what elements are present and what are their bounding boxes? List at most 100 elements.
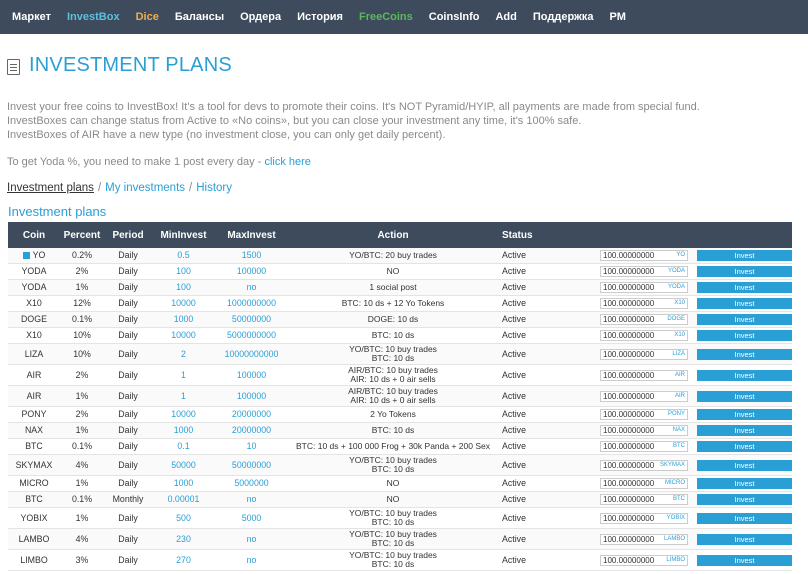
percent-value: 0.1% xyxy=(71,494,93,504)
invest-button[interactable]: Invest xyxy=(697,330,792,341)
amount-value[interactable]: 100.00000000 xyxy=(601,299,674,308)
table-body: YO 0.2% Daily 0.5 1500 YO/BTC: 20 buy trades A… xyxy=(8,248,792,571)
amount-value[interactable]: 100.00000000 xyxy=(601,442,673,451)
period-value: Daily xyxy=(118,459,138,470)
amount-value[interactable]: 100.00000000 xyxy=(601,350,672,359)
invest-button[interactable]: Invest xyxy=(697,533,792,545)
amount-value[interactable]: 100.00000000 xyxy=(601,556,666,565)
amount-input[interactable]: 100.00000000 DOGE xyxy=(600,314,688,325)
percent-cell: 0.1% xyxy=(60,438,104,455)
invest-button[interactable]: Invest xyxy=(697,348,792,360)
nav-item-маркет[interactable]: Маркет xyxy=(4,11,59,23)
period-cell: Daily xyxy=(104,263,152,280)
nav-item-балансы[interactable]: Балансы xyxy=(167,11,232,23)
invest-button[interactable]: Invest xyxy=(697,314,792,325)
investment-plans-table: Coin Percent Period MinInvest MaxInvest … xyxy=(8,222,792,571)
amount-input[interactable]: 100.00000000 AIR xyxy=(600,390,688,402)
amount-input[interactable]: 100.00000000 LAMBO xyxy=(600,533,688,545)
action-cell: BTC: 10 ds xyxy=(288,327,498,344)
status-value: Active xyxy=(502,348,526,359)
amount-input[interactable]: 100.00000000 YOBIX xyxy=(600,512,688,524)
maxinvest-cell: 50000000 xyxy=(215,454,288,476)
header-invest xyxy=(695,222,792,248)
amount-input[interactable]: 100.00000000 LIZA xyxy=(600,348,688,360)
invest-button[interactable]: Invest xyxy=(697,459,792,471)
nav-item-add[interactable]: Add xyxy=(487,11,524,23)
period-value: Monthly xyxy=(112,494,144,504)
amount-value[interactable]: 100.00000000 xyxy=(601,495,673,504)
amount-input[interactable]: 100.00000000 X10 xyxy=(600,330,688,341)
nav-item-поддержка[interactable]: Поддержка xyxy=(525,11,602,23)
invest-button[interactable]: Invest xyxy=(697,554,792,566)
amount-input[interactable]: 100.00000000 LIMBO xyxy=(600,554,688,566)
breadcrumb-investment-plans[interactable]: Investment plans xyxy=(7,182,94,194)
amount-value[interactable]: 100.00000000 xyxy=(601,410,668,419)
action-cell: NO xyxy=(288,475,498,492)
amount-value[interactable]: 100.00000000 xyxy=(601,371,675,380)
coin-label: LIMBO xyxy=(20,555,47,565)
invest-button[interactable]: Invest xyxy=(697,512,792,524)
invest-button[interactable]: Invest xyxy=(697,266,792,277)
invest-button[interactable]: Invest xyxy=(697,298,792,309)
period-cell: Daily xyxy=(104,507,152,529)
breadcrumb-history[interactable]: History xyxy=(196,182,232,194)
coin-label: YODA xyxy=(22,283,47,292)
amount-value[interactable]: 100.00000000 xyxy=(601,267,668,276)
amount-value[interactable]: 100.00000000 xyxy=(601,331,674,340)
action-cell: AIR/BTC: 10 buy trades AIR: 10 ds + 0 air… xyxy=(288,385,498,407)
amount-value[interactable]: 100.00000000 xyxy=(601,315,667,324)
amount-input[interactable]: 100.00000000 SKYMAX xyxy=(600,459,688,471)
invest-button[interactable]: Invest xyxy=(697,441,792,452)
amount-input[interactable]: 100.00000000 YODA xyxy=(600,282,688,293)
invest-button[interactable]: Invest xyxy=(697,478,792,489)
amount-input[interactable]: 100.00000000 PONY xyxy=(600,409,688,420)
breadcrumb-my-investments[interactable]: My investments xyxy=(105,182,185,194)
coin-name: PONY xyxy=(21,409,47,419)
nav-item-freecoins[interactable]: FreeCoins xyxy=(351,11,421,23)
nav-item-dice[interactable]: Dice xyxy=(128,11,167,23)
amount-value[interactable]: 100.00000000 xyxy=(601,461,660,470)
yoda-click-here-link[interactable]: click here xyxy=(264,156,310,168)
maxinvest-value: 10000000000 xyxy=(224,348,279,359)
amount-input[interactable]: 100.00000000 BTC xyxy=(600,494,688,505)
amount-input[interactable]: 100.00000000 BTC xyxy=(600,441,688,452)
invest-button[interactable]: Invest xyxy=(697,390,792,402)
amount-input[interactable]: 100.00000000 X10 xyxy=(600,298,688,309)
table-row: YO 0.2% Daily 0.5 1500 YO/BTC: 20 buy trades A… xyxy=(8,248,792,264)
status-value: Active xyxy=(502,298,526,308)
amount-value[interactable]: 100.00000000 xyxy=(601,426,673,435)
amount-value[interactable]: 100.00000000 xyxy=(601,283,668,292)
coin-name: X10 xyxy=(26,330,42,340)
amount-value[interactable]: 100.00000000 xyxy=(601,535,664,544)
breadcrumb-separator: / xyxy=(189,182,193,194)
mininvest-value: 100 xyxy=(176,266,191,276)
invest-button[interactable]: Invest xyxy=(697,369,792,381)
nav-item-история[interactable]: История xyxy=(289,11,351,23)
nav-item-ордера[interactable]: Ордера xyxy=(232,11,289,23)
nav-item-pm[interactable]: PM xyxy=(601,11,634,23)
coin-label: DOGE xyxy=(21,315,47,324)
amount-input[interactable]: 100.00000000 MICRO xyxy=(600,478,688,489)
invest-cell: Invest xyxy=(695,454,792,476)
amount-value[interactable]: 100.00000000 xyxy=(601,251,676,260)
invest-button[interactable]: Invest xyxy=(697,409,792,420)
amount-value[interactable]: 100.00000000 xyxy=(601,479,665,488)
selected-square-icon xyxy=(22,251,30,259)
coin-label: X10 xyxy=(26,331,42,340)
amount-value[interactable]: 100.00000000 xyxy=(601,514,667,523)
invest-button[interactable]: Invest xyxy=(697,282,792,293)
invest-button[interactable]: Invest xyxy=(697,425,792,436)
mininvest-value: 1 xyxy=(181,369,186,380)
amount-input[interactable]: 100.00000000 NAX xyxy=(600,425,688,436)
invest-button[interactable]: Invest xyxy=(697,494,792,505)
currency-label: YODA xyxy=(667,268,685,274)
amount-input[interactable]: 100.00000000 YO xyxy=(600,250,688,261)
amount-value[interactable]: 100.00000000 xyxy=(601,392,675,401)
percent-cell: 10% xyxy=(60,327,104,344)
intro-line: InvestBoxes can change status from Activ… xyxy=(7,115,582,127)
amount-input[interactable]: 100.00000000 AIR xyxy=(600,369,688,381)
nav-item-investbox[interactable]: InvestBox xyxy=(59,11,128,23)
invest-button[interactable]: Invest xyxy=(697,250,792,261)
nav-item-coinsinfo[interactable]: CoinsInfo xyxy=(421,11,488,23)
amount-input[interactable]: 100.00000000 YODA xyxy=(600,266,688,277)
